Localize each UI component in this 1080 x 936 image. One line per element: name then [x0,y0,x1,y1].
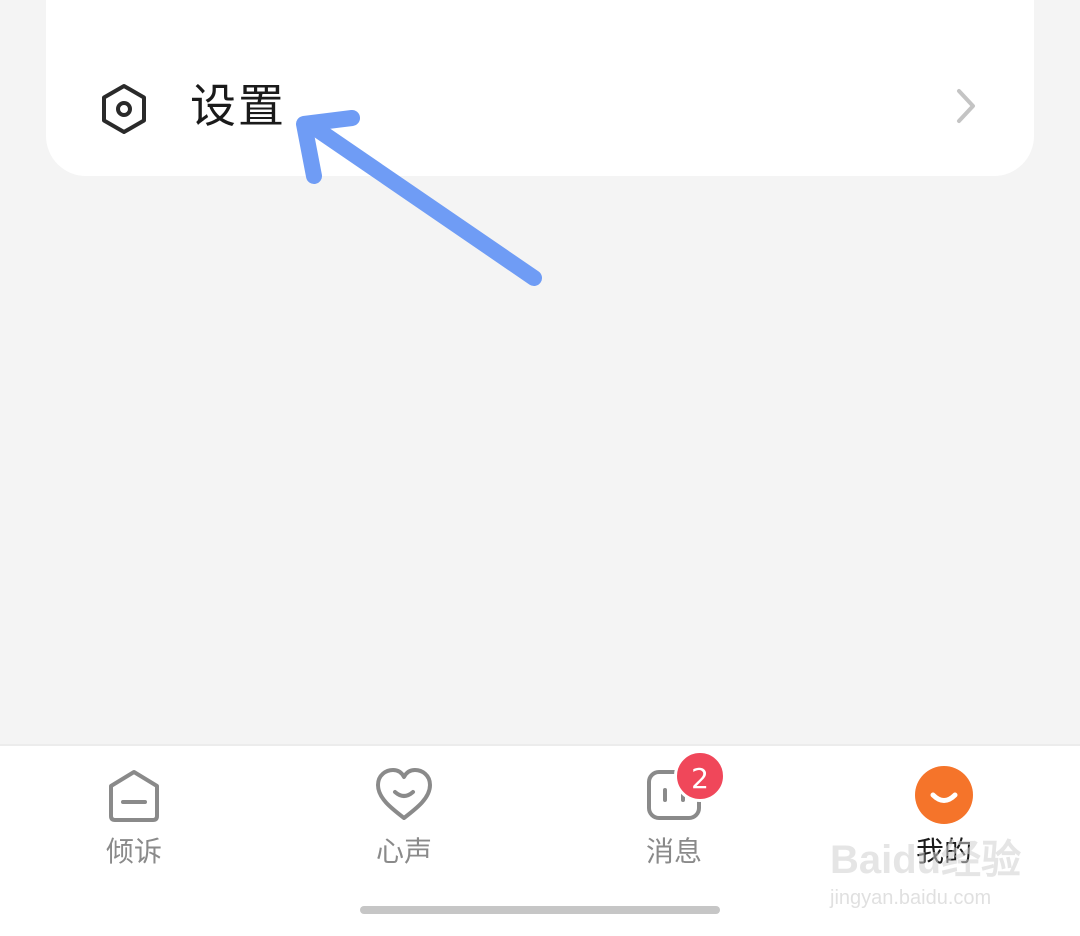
unread-badge: 2 [674,750,726,802]
house-icon [109,770,159,822]
watermark: Baidu经验 jingyan.baidu.com [830,836,1030,916]
settings-hexagon-icon [102,84,146,134]
tab-label: 心声 [375,835,432,868]
settings-row[interactable]: 设置 [46,60,1034,156]
tab-xinsheng[interactable]: 心声 [324,764,484,874]
tab-label: 消息 [645,835,702,868]
home-indicator[interactable] [360,906,720,914]
smile-avatar-icon [915,766,973,824]
watermark-main: Baidu经验 [830,838,1022,882]
watermark-sub: jingyan.baidu.com [830,887,992,909]
chevron-right-icon [957,89,975,123]
settings-label: 设置 [190,79,286,133]
screen: 设置 倾诉 心声 消息 2 我的 Baidu经验 jingyan.baidu.c… [0,0,1080,936]
heart-icon [376,768,432,820]
tab-xiaoxi[interactable]: 消息 2 [594,750,754,874]
tab-qingsu[interactable]: 倾诉 [54,764,214,874]
tab-label: 倾诉 [105,835,162,868]
